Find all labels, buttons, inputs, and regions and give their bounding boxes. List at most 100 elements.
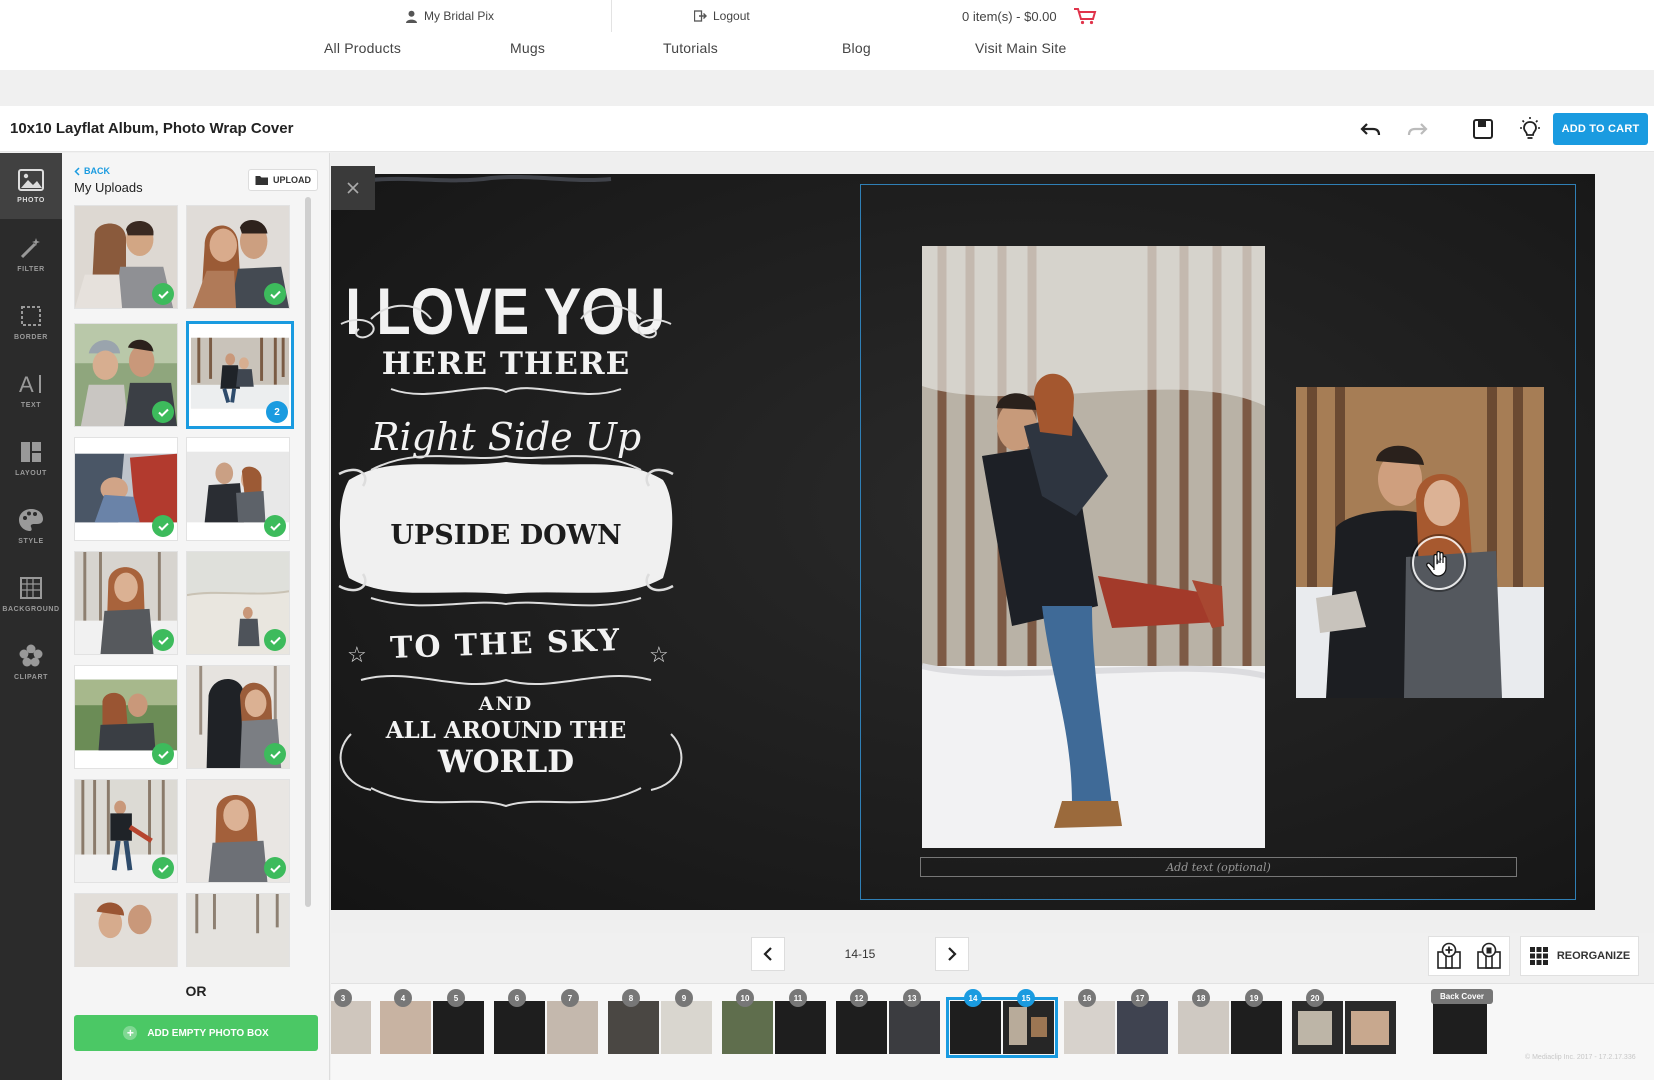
photo-box-main[interactable] [922, 246, 1265, 848]
filmstrip-spread[interactable]: 4 5 [380, 989, 484, 1054]
tool-layout[interactable]: LAYOUT [0, 425, 62, 491]
uploaded-check-icon [152, 857, 174, 879]
cart-icon [1073, 8, 1096, 25]
tips-button[interactable] [1517, 116, 1543, 142]
nav-blog[interactable]: Blog [842, 40, 871, 56]
tool-filter[interactable]: FILTER [0, 221, 62, 287]
tool-photo[interactable]: PHOTO [0, 153, 62, 219]
chalk-line-6: AND [478, 693, 534, 715]
page-number-badge: 4 [394, 989, 412, 1007]
filmstrip-spread[interactable]: 10 11 [722, 989, 826, 1054]
tool-border[interactable]: BORDER [0, 289, 62, 355]
product-title: 10x10 Layflat Album, Photo Wrap Cover [10, 120, 294, 137]
photo-icon [18, 168, 44, 191]
close-icon [347, 182, 359, 194]
page-number-badge: 7 [561, 989, 579, 1007]
close-panel-button[interactable] [331, 166, 375, 210]
filmstrip-page [331, 1001, 371, 1054]
upload-thumb[interactable] [74, 437, 178, 541]
chalkboard-typography[interactable]: I LOVE YOU HERE THERE Right Side Up UPSI… [331, 174, 691, 910]
tool-text[interactable]: A TEXT [0, 357, 62, 423]
upload-thumb[interactable] [74, 323, 178, 427]
filmstrip-spread[interactable]: 3 [331, 989, 371, 1054]
upload-thumb[interactable] [74, 665, 178, 769]
filmstrip-page [494, 1001, 545, 1054]
page-number-badge: 20 [1306, 989, 1324, 1007]
svg-text:☆: ☆ [649, 642, 669, 667]
add-page-button[interactable] [1429, 936, 1469, 976]
filmstrip-spread[interactable]: 6 7 [494, 989, 598, 1054]
filmstrip-page [775, 1001, 826, 1054]
upload-button[interactable]: UPLOAD [248, 169, 318, 191]
tool-background[interactable]: BACKGROUND [0, 561, 62, 627]
filmstrip-page [1231, 1001, 1282, 1054]
prev-page-button[interactable] [751, 937, 785, 971]
logout-link[interactable]: Logout [694, 0, 750, 32]
page-number-badge: 18 [1192, 989, 1210, 1007]
filmstrip-spread[interactable]: 18 19 [1178, 989, 1282, 1054]
upload-thumb[interactable] [74, 551, 178, 655]
reorganize-button[interactable]: REORGANIZE [1520, 936, 1639, 976]
magic-wand-icon [20, 237, 40, 258]
upload-thumb[interactable] [186, 665, 290, 769]
filmstrip-spread[interactable]: 20 [1292, 989, 1396, 1054]
nav-visit-main-site[interactable]: Visit Main Site [975, 40, 1066, 56]
border-icon [21, 305, 41, 326]
upload-thumb[interactable] [74, 893, 178, 967]
tool-clipart[interactable]: CLIPART [0, 629, 62, 695]
upload-thumb[interactable] [186, 205, 290, 309]
next-page-button[interactable] [935, 937, 969, 971]
logout-icon [694, 10, 707, 22]
filmstrip-page [661, 1001, 712, 1054]
layout-icon [21, 441, 41, 462]
nav-tutorials[interactable]: Tutorials [663, 40, 718, 56]
upload-thumb[interactable] [74, 779, 178, 883]
tool-text-label: TEXT [20, 401, 42, 409]
undo-button[interactable] [1358, 116, 1384, 142]
or-separator: OR [185, 983, 207, 999]
delete-page-icon [1477, 942, 1501, 969]
delete-page-button[interactable] [1469, 936, 1509, 976]
page-number-badge: 3 [334, 989, 352, 1007]
undo-icon [1360, 123, 1381, 136]
page-number-badge: 9 [675, 989, 693, 1007]
add-to-cart-button[interactable]: ADD TO CART [1553, 113, 1648, 145]
nav-all-products[interactable]: All Products [324, 40, 401, 56]
upload-thumb[interactable] [186, 893, 290, 967]
uploaded-check-icon [152, 743, 174, 765]
upload-thumb[interactable] [186, 551, 290, 655]
page-number-badge: 17 [1131, 989, 1149, 1007]
filmstrip-spread[interactable]: 12 13 [836, 989, 940, 1054]
uploaded-check-icon [152, 629, 174, 651]
tool-style[interactable]: STYLE [0, 493, 62, 559]
filmstrip-spread[interactable]: 16 17 [1064, 989, 1168, 1054]
svg-text:A: A [19, 372, 34, 396]
photo-thumbnail [187, 894, 289, 967]
account-link[interactable]: My Bridal Pix [405, 0, 494, 32]
filmstrip-back-cover[interactable]: Back Cover [1431, 989, 1493, 1054]
panel-scrollbar[interactable] [305, 197, 311, 907]
background-icon [20, 576, 42, 599]
cart-link[interactable]: 0 item(s) - $0.00 [962, 0, 1097, 32]
filmstrip-spread[interactable]: 8 9 [608, 989, 712, 1054]
filmstrip-page [889, 1001, 940, 1054]
save-button[interactable] [1470, 116, 1496, 142]
filmstrip-page [950, 1001, 1001, 1054]
caption-text-box[interactable]: Add text (optional) [920, 857, 1517, 877]
tool-photo-label: PHOTO [17, 196, 45, 204]
couple-forest-photo [922, 246, 1265, 848]
upload-thumb[interactable] [74, 205, 178, 309]
nav-mugs[interactable]: Mugs [510, 40, 545, 56]
redo-button[interactable] [1404, 116, 1430, 142]
page-number-badge: 13 [903, 989, 921, 1007]
upload-thumb-selected[interactable]: 2 [186, 321, 294, 429]
filmstrip-spread-active[interactable]: 14 15 [946, 989, 1058, 1058]
back-button[interactable]: BACK [74, 166, 110, 176]
uploaded-check-icon [264, 283, 286, 305]
filmstrip-page [380, 1001, 431, 1054]
page-number-badge: 16 [1078, 989, 1096, 1007]
upload-thumb[interactable] [186, 779, 290, 883]
upload-thumb[interactable] [186, 437, 290, 541]
uploaded-check-icon [264, 857, 286, 879]
add-empty-photo-box-button[interactable]: + ADD EMPTY PHOTO BOX [74, 1015, 318, 1051]
